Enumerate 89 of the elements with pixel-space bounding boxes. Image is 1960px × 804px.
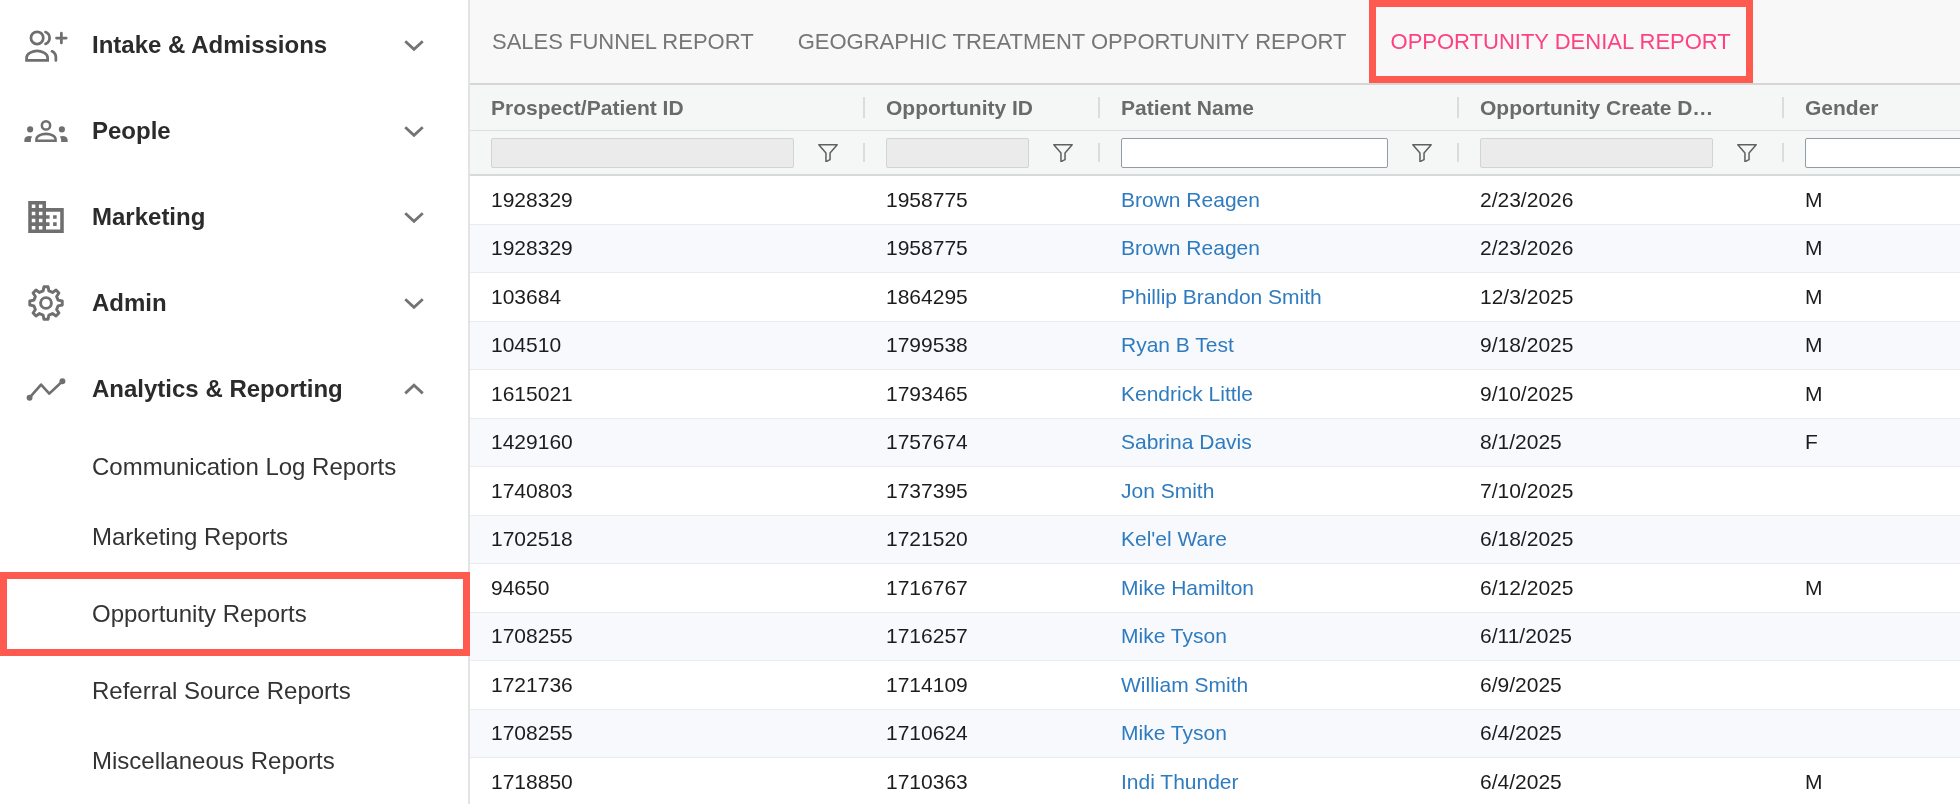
- table-cell-text: 1928329: [490, 235, 574, 262]
- table-cell-text: 6/4/2025: [1479, 720, 1563, 747]
- table-cell-text: 1799538: [885, 332, 969, 359]
- sidebar-item[interactable]: Admin: [0, 260, 468, 346]
- filter-icon[interactable]: [818, 143, 838, 162]
- table-cell-text: 6/4/2025: [1479, 768, 1563, 795]
- table-cell-text: 1702518: [490, 526, 574, 553]
- table-cell-text: 2/23/2026: [1479, 186, 1575, 213]
- table-cell-text: M: [1804, 186, 1824, 213]
- filter-icon[interactable]: [1737, 143, 1757, 162]
- sidebar-item[interactable]: People: [0, 88, 468, 174]
- building-icon: [28, 201, 64, 233]
- table-cell-text: 1718850: [490, 768, 574, 795]
- table-cell-text: 94650: [490, 574, 551, 601]
- sidebar-subitem[interactable]: Referral Source Reports: [0, 656, 468, 726]
- table-cell-text: 7/10/2025: [1479, 477, 1575, 504]
- sidebar-item[interactable]: Marketing: [0, 174, 468, 260]
- table-cell-text: 1710624: [885, 720, 969, 747]
- patient-name-link[interactable]: Mike Hamilton: [1121, 575, 1255, 600]
- report-tab[interactable]: GEOGRAPHIC TREATMENT OPPORTUNITY REPORT: [775, 0, 1369, 83]
- table-cell-text: 1710363: [885, 768, 969, 795]
- table-cell-text: 1615021: [490, 380, 574, 407]
- sidebar-subitem[interactable]: Marketing Reports: [0, 502, 468, 572]
- table-cell-text: 1928329: [490, 186, 574, 213]
- patient-name-link[interactable]: Brown Reagen: [1121, 236, 1260, 261]
- patient-name-link[interactable]: Kendrick Little: [1121, 381, 1253, 406]
- table-cell-text: 8/1/2025: [1479, 429, 1563, 456]
- patient-name-link[interactable]: Ryan B Test: [1121, 333, 1234, 358]
- sidebar-subitem[interactable]: Miscellaneous Reports: [0, 726, 468, 796]
- patient-name-link[interactable]: Brown Reagen: [1121, 187, 1260, 212]
- settings-icon: [28, 285, 64, 321]
- table-cell-text: 6/12/2025: [1479, 574, 1575, 601]
- patient-name-link[interactable]: Mike Tyson: [1121, 624, 1227, 649]
- column-header[interactable]: Gender: [1784, 85, 1960, 130]
- filter-icon[interactable]: [1412, 143, 1432, 162]
- table-cell-text: 1708255: [490, 720, 574, 747]
- table-cell-text: 103684: [490, 283, 563, 310]
- table-cell-text: 1793465: [885, 380, 969, 407]
- table-cell-text: M: [1804, 235, 1824, 262]
- patient-name-link[interactable]: Jon Smith: [1121, 478, 1215, 503]
- table-cell-text: 1716767: [885, 574, 969, 601]
- table-cell-text: 12/3/2025: [1479, 283, 1575, 310]
- patient-name-link[interactable]: Sabrina Davis: [1121, 430, 1252, 455]
- person-add-icon: [24, 28, 68, 62]
- table-cell-text: 1721736: [490, 671, 574, 698]
- table-cell-text: M: [1804, 332, 1824, 359]
- patient-name-link[interactable]: Kel'el Ware: [1121, 527, 1227, 552]
- table-cell-text: 1714109: [885, 671, 969, 698]
- line-chart-icon: [26, 377, 66, 401]
- people-icon: [24, 120, 68, 142]
- sidebar-subitem[interactable]: Opportunity Reports: [0, 572, 470, 656]
- column-header[interactable]: Opportunity ID: [865, 85, 1100, 130]
- table-cell-text: 9/18/2025: [1479, 332, 1575, 359]
- table-cell-text: 1757674: [885, 429, 969, 456]
- table-cell-text: 9/10/2025: [1479, 380, 1575, 407]
- patient-name-link[interactable]: Phillip Brandon Smith: [1121, 284, 1322, 309]
- sidebar-item[interactable]: Analytics & Reporting: [0, 346, 468, 432]
- table-cell-text: M: [1804, 380, 1824, 407]
- table-cell-text: 1721520: [885, 526, 969, 553]
- table-cell-text: 1958775: [885, 235, 969, 262]
- table-cell-text: 1864295: [885, 283, 969, 310]
- table-cell-text: 6/9/2025: [1479, 671, 1563, 698]
- table-cell-text: 104510: [490, 332, 563, 359]
- patient-name-link[interactable]: William Smith: [1121, 672, 1249, 697]
- sidebar-subitem[interactable]: Communication Log Reports: [0, 432, 468, 502]
- table-cell-text: 1737395: [885, 477, 969, 504]
- table-cell-text: M: [1804, 574, 1824, 601]
- table-cell-text: F: [1804, 429, 1819, 456]
- patient-name-link[interactable]: Indi Thunder: [1121, 769, 1239, 794]
- filter-field[interactable]: [1805, 137, 1960, 168]
- column-header[interactable]: Opportunity Create D…: [1459, 85, 1784, 130]
- filter-field[interactable]: [1121, 137, 1388, 168]
- table-cell-text: M: [1804, 283, 1824, 310]
- report-tab[interactable]: OPPORTUNITY DENIAL REPORT: [1368, 0, 1753, 83]
- table-cell-text: 1708255: [490, 623, 574, 650]
- table-cell-text: 1958775: [885, 186, 969, 213]
- column-header[interactable]: Prospect/Patient ID: [470, 85, 865, 130]
- table-cell-text: 2/23/2026: [1479, 235, 1575, 262]
- table-cell-text: 6/11/2025: [1479, 623, 1573, 650]
- table-cell-text: 6/18/2025: [1479, 526, 1575, 553]
- patient-name-link[interactable]: Mike Tyson: [1121, 721, 1227, 746]
- table-cell-text: M: [1804, 768, 1824, 795]
- table-cell-text: 1429160: [490, 429, 574, 456]
- report-tab[interactable]: SALES FUNNEL REPORT: [470, 0, 776, 83]
- sidebar-item[interactable]: Intake & Admissions: [0, 2, 468, 88]
- table-cell-text: 1740803: [490, 477, 574, 504]
- filter-icon[interactable]: [1053, 143, 1073, 162]
- table-cell-text: 1716257: [885, 623, 969, 650]
- column-header[interactable]: Patient Name: [1100, 85, 1459, 130]
